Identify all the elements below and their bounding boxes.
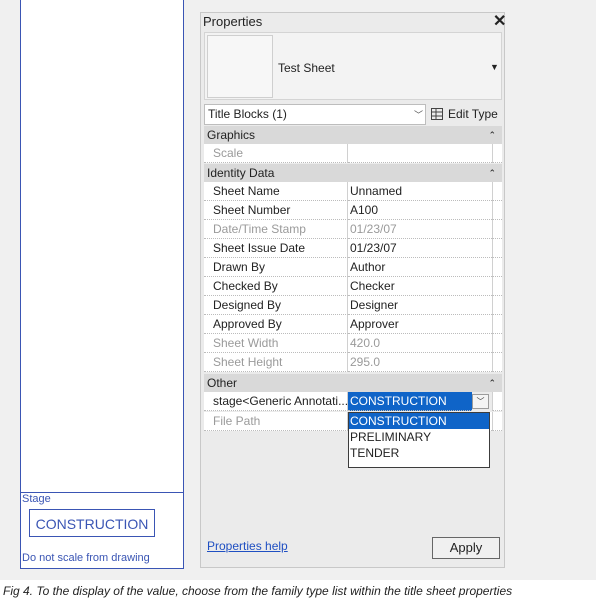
title-block-panel bbox=[21, 0, 183, 568]
row-spacer bbox=[492, 144, 502, 163]
property-row-sheet-name[interactable]: Sheet Name Unnamed bbox=[204, 182, 502, 201]
collapse-chevron-icon[interactable]: ⌃ bbox=[488, 164, 496, 182]
property-value[interactable]: 01/23/07 bbox=[348, 239, 492, 258]
group-graphics[interactable]: Graphics ⌃ bbox=[204, 126, 502, 144]
dropdown-option-preliminary[interactable]: PRELIMINARY bbox=[349, 429, 489, 445]
property-value[interactable]: Designer bbox=[348, 296, 492, 315]
dropdown-option-tender[interactable]: TENDER bbox=[349, 445, 489, 461]
property-label: File Path bbox=[204, 412, 348, 431]
property-label: stage<Generic Annotati... bbox=[204, 392, 348, 411]
type-name: Test Sheet bbox=[278, 61, 335, 75]
property-row-stage[interactable]: stage<Generic Annotati... CONSTRUCTION bbox=[204, 392, 502, 411]
collapse-chevron-icon[interactable]: ⌃ bbox=[488, 126, 496, 144]
dropdown-option-construction[interactable]: CONSTRUCTION bbox=[349, 413, 489, 429]
property-row-sheet-height[interactable]: Sheet Height 295.0 bbox=[204, 353, 502, 372]
type-preview-image bbox=[207, 35, 273, 98]
sheet-border-line bbox=[20, 0, 21, 568]
property-value: 420.0 bbox=[348, 334, 492, 353]
group-label: Other bbox=[207, 376, 238, 390]
property-label: Checked By bbox=[204, 277, 348, 296]
row-spacer bbox=[492, 296, 502, 315]
property-label: Drawn By bbox=[204, 258, 348, 277]
property-value: 295.0 bbox=[348, 353, 492, 372]
property-row-issue-date[interactable]: Sheet Issue Date 01/23/07 bbox=[204, 239, 502, 258]
property-row-drawn-by[interactable]: Drawn By Author bbox=[204, 258, 502, 277]
row-spacer bbox=[492, 201, 502, 220]
property-label: Approved By bbox=[204, 315, 348, 334]
group-identity-data[interactable]: Identity Data ⌃ bbox=[204, 164, 502, 182]
property-row-designed-by[interactable]: Designed By Designer bbox=[204, 296, 502, 315]
sheet-border-line bbox=[183, 0, 184, 568]
row-spacer bbox=[492, 334, 502, 353]
row-spacer bbox=[492, 315, 502, 334]
no-scale-note: Do not scale from drawing bbox=[22, 552, 150, 564]
figure-caption: Fig 4. To the display of the value, choo… bbox=[3, 584, 513, 598]
property-row-sheet-number[interactable]: Sheet Number A100 bbox=[204, 201, 502, 220]
property-label: Scale bbox=[204, 144, 348, 163]
property-row-approved-by[interactable]: Approved By Approver bbox=[204, 315, 502, 334]
chevron-down-icon[interactable]: ﹀ bbox=[472, 394, 489, 409]
row-spacer bbox=[492, 277, 502, 296]
group-label: Identity Data bbox=[207, 166, 275, 180]
property-row-sheet-width[interactable]: Sheet Width 420.0 bbox=[204, 334, 502, 353]
property-value[interactable]: Author bbox=[348, 258, 492, 277]
edit-type-button[interactable]: Edit Type bbox=[448, 107, 498, 121]
property-label: Sheet Height bbox=[204, 353, 348, 372]
row-spacer bbox=[492, 182, 502, 201]
sheet-border-line bbox=[20, 568, 184, 569]
chevron-down-icon[interactable]: ﹀ bbox=[414, 108, 423, 121]
palette-title: Properties bbox=[203, 14, 263, 29]
property-row-scale[interactable]: Scale bbox=[204, 144, 502, 163]
stage-value-box[interactable]: CONSTRUCTION bbox=[29, 509, 155, 537]
property-label: Sheet Number bbox=[204, 201, 348, 220]
row-spacer bbox=[492, 392, 502, 411]
property-label: Date/Time Stamp bbox=[204, 220, 348, 239]
property-value[interactable]: Unnamed bbox=[348, 182, 492, 201]
group-other[interactable]: Other ⌃ bbox=[204, 374, 502, 392]
group-label: Graphics bbox=[207, 128, 256, 142]
row-spacer bbox=[492, 239, 502, 258]
property-value[interactable]: A100 bbox=[348, 201, 492, 220]
properties-help-link[interactable]: Properties help bbox=[207, 539, 288, 553]
row-spacer bbox=[492, 220, 502, 239]
row-spacer bbox=[492, 258, 502, 277]
edit-type-icon[interactable] bbox=[431, 107, 443, 120]
property-row-checked-by[interactable]: Checked By Checker bbox=[204, 277, 502, 296]
chevron-down-icon[interactable]: ▼ bbox=[490, 62, 499, 72]
property-value[interactable]: Approver bbox=[348, 315, 492, 334]
row-spacer bbox=[492, 412, 502, 431]
property-value[interactable]: Checker bbox=[348, 277, 492, 296]
property-label: Sheet Issue Date bbox=[204, 239, 348, 258]
instance-filter-value: Title Blocks (1) bbox=[208, 107, 287, 121]
property-value bbox=[348, 144, 492, 163]
close-icon[interactable]: ✕ bbox=[493, 11, 506, 31]
property-label: Sheet Width bbox=[204, 334, 348, 353]
property-label: Sheet Name bbox=[204, 182, 348, 201]
collapse-chevron-icon[interactable]: ⌃ bbox=[488, 374, 496, 392]
property-row-datetime[interactable]: Date/Time Stamp 01/23/07 bbox=[204, 220, 502, 239]
stage-label: Stage bbox=[22, 493, 51, 505]
stage-combo-value[interactable]: CONSTRUCTION bbox=[348, 392, 472, 411]
property-value: 01/23/07 bbox=[348, 220, 492, 239]
apply-button[interactable]: Apply bbox=[432, 537, 500, 559]
property-label: Designed By bbox=[204, 296, 348, 315]
row-spacer bbox=[492, 353, 502, 372]
